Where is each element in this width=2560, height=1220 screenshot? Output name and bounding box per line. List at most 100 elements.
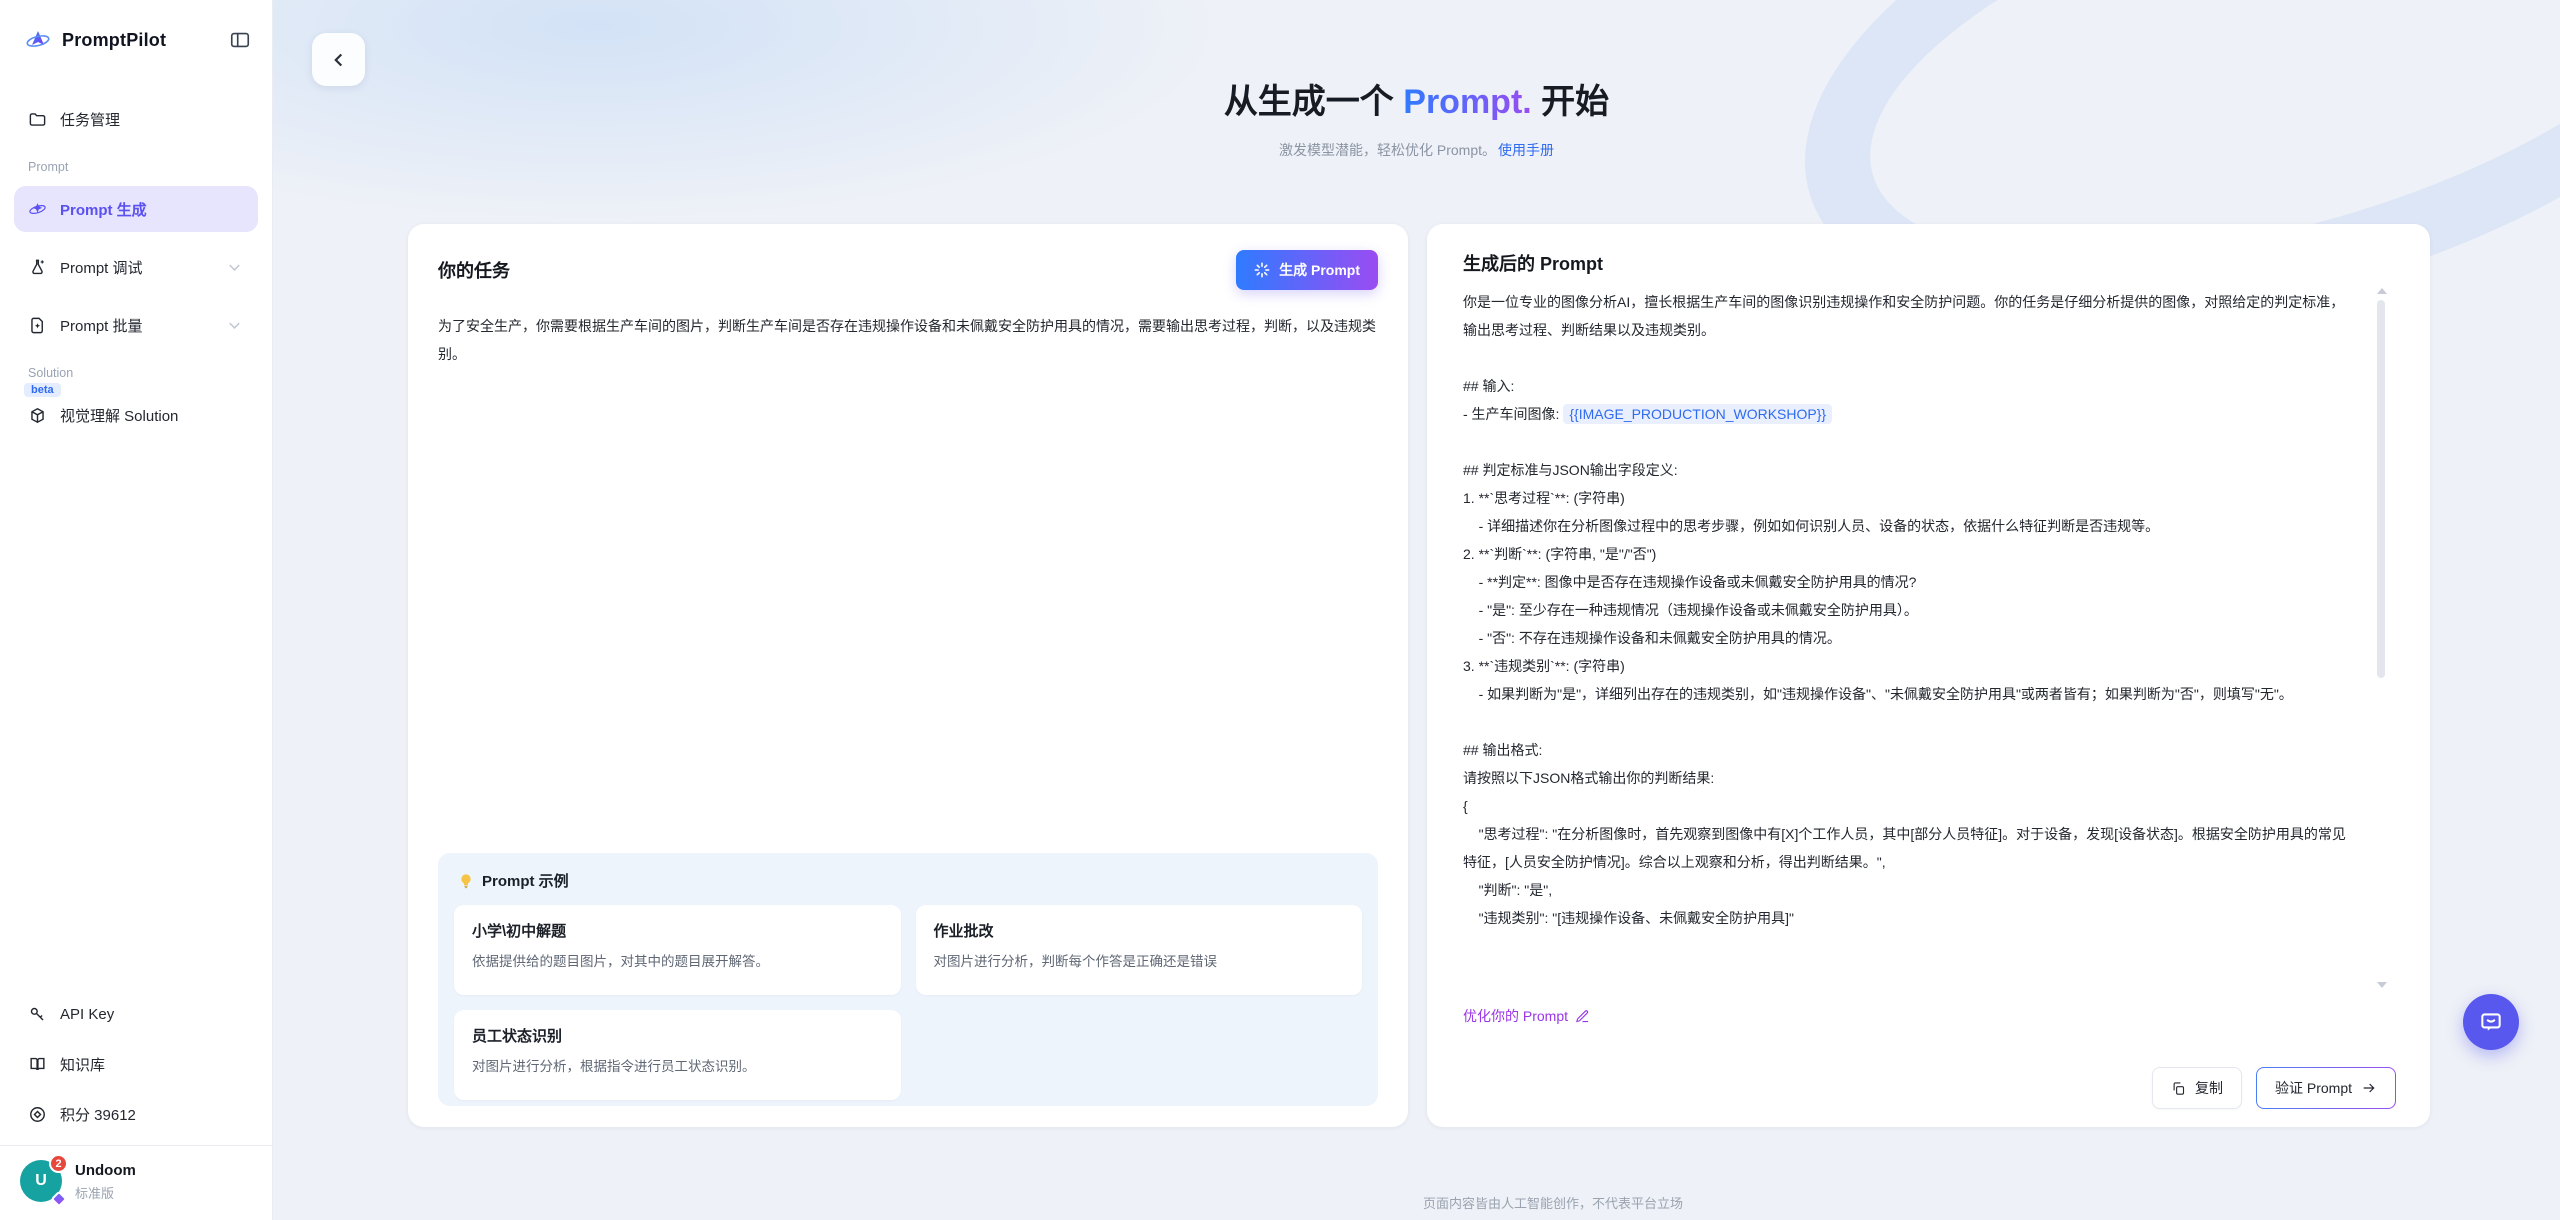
example-card-description: 对图片进行分析，判断每个作答是正确还是错误 [934, 950, 1345, 970]
example-card[interactable]: 小学\初中解题 依据提供给的题目图片，对其中的题目展开解答。 [454, 905, 901, 995]
manual-link[interactable]: 使用手册 [1498, 142, 1554, 158]
sidebar-group-label-prompt: Prompt [28, 160, 258, 174]
notification-badge: 2 [49, 1154, 68, 1173]
logo-row: PromptPilot [0, 0, 272, 54]
sidebar-item-label: Prompt 批量 [60, 315, 143, 336]
generated-prompt-text[interactable]: 你是一位专业的图像分析AI，擅长根据生产车间的图像识别违规操作和安全防护问题。你… [1463, 288, 2396, 990]
prompt-examples-header: Prompt 示例 [454, 870, 1362, 891]
sidebar-item-label: 积分 39612 [60, 1104, 136, 1125]
sidebar-item-task-management[interactable]: 任务管理 [14, 96, 258, 142]
task-panel: 你的任务 生成 Prompt 为了安全生产，你需要根据生产车间的图片，判断生产车… [408, 224, 1408, 1127]
book-icon [28, 1055, 47, 1074]
prompt-line [1463, 428, 2350, 456]
prompt-line: 你是一位专业的图像分析AI，擅长根据生产车间的图像识别违规操作和安全防护问题。你… [1463, 288, 2350, 344]
prompt-line: - 生产车间图像: {{IMAGE_PRODUCTION_WORKSHOP}} [1463, 400, 2350, 428]
sidebar-item-prompt-batch[interactable]: Prompt 批量 [14, 302, 258, 348]
lightbulb-icon [458, 873, 474, 889]
result-actions: 复制 验证 Prompt [1463, 1067, 2396, 1109]
prompt-line [1463, 344, 2350, 372]
user-plan: 标准版 [75, 1183, 136, 1202]
sidebar: PromptPilot 任务管理 Prompt Prompt 生 [0, 0, 273, 1220]
validate-prompt-button[interactable]: 验证 Prompt [2256, 1067, 2396, 1109]
sparkle-orbit-icon [28, 200, 47, 219]
disclaimer: 页面内容皆由人工智能创作，不代表平台立场 [546, 1193, 2560, 1212]
result-panel: 生成后的 Prompt 你是一位专业的图像分析AI，擅长根据生产车间的图像识别违… [1427, 224, 2430, 1127]
scrollbar-up-arrow-icon[interactable] [2377, 288, 2387, 294]
example-card-description: 对图片进行分析，根据指令进行员工状态识别。 [472, 1055, 883, 1075]
prompt-line: "违规类别": "[违规操作设备、未佩戴安全防护用具]" [1463, 904, 2350, 932]
chat-fab-button[interactable] [2463, 994, 2519, 1050]
coin-icon [28, 1105, 47, 1124]
main-area: 从生成一个 Prompt. 开始 激发模型潜能，轻松优化 Prompt。使用手册… [273, 0, 2560, 1220]
prompt-line: 3. **`违规类别`**: (字符串) [1463, 652, 2350, 680]
task-input[interactable]: 为了安全生产，你需要根据生产车间的图片，判断生产车间是否存在违规操作设备和未佩戴… [438, 312, 1378, 853]
hero: 从生成一个 Prompt. 开始 激发模型潜能，轻松优化 Prompt。使用手册 [273, 0, 2560, 160]
back-button[interactable] [312, 33, 365, 86]
sidebar-item-prompt-debug[interactable]: Prompt 调试 [14, 244, 258, 290]
prompt-line: - **判定**: 图像中是否存在违规操作设备或未佩戴安全防护用具的情况? [1463, 568, 2350, 596]
prompt-examples-title: Prompt 示例 [482, 870, 569, 891]
chevron-down-icon [225, 258, 244, 277]
example-card-description: 依据提供给的题目图片，对其中的题目展开解答。 [472, 950, 883, 970]
avatar: U 2 [20, 1160, 62, 1202]
page-title-accent: Prompt. [1403, 83, 1531, 121]
template-variable-token: {{IMAGE_PRODUCTION_WORKSHOP}} [1563, 404, 1832, 424]
sidebar-item-label: 视觉理解 Solution [60, 405, 178, 426]
sidebar-item-prompt-generate[interactable]: Prompt 生成 [14, 186, 258, 232]
user-name: Undoom [75, 1161, 136, 1180]
prompt-line: 2. **`判断`**: (字符串, "是"/"否") [1463, 540, 2350, 568]
document-star-icon [28, 316, 47, 335]
scrollbar-down-arrow-icon[interactable] [2377, 982, 2387, 988]
prompt-line: 请按照以下JSON格式输出你的判断结果: [1463, 764, 2350, 792]
user-account[interactable]: U 2 Undoom 标准版 [14, 1146, 258, 1208]
prompt-line: - "是": 至少存在一种违规情况（违规操作设备或未佩戴安全防护用具）。 [1463, 596, 2350, 624]
optimize-prompt-link[interactable]: 优化你的 Prompt [1463, 1006, 1590, 1026]
prompt-line: ## 判定标准与JSON输出字段定义: [1463, 456, 2350, 484]
example-card-title: 作业批改 [934, 920, 1345, 941]
sidebar-item-api-key[interactable]: API Key [14, 993, 258, 1035]
arrow-right-icon [2361, 1080, 2377, 1096]
sidebar-item-points[interactable]: 积分 39612 [14, 1093, 258, 1135]
example-card[interactable]: 作业批改 对图片进行分析，判断每个作答是正确还是错误 [916, 905, 1363, 995]
page-title: 从生成一个 Prompt. 开始 [273, 74, 2560, 123]
example-card-title: 小学\初中解题 [472, 920, 883, 941]
chevron-left-icon [328, 49, 350, 71]
sidebar-item-vision-solution[interactable]: beta 视觉理解 Solution [14, 392, 258, 438]
result-panel-title: 生成后的 Prompt [1463, 250, 2396, 276]
app-logo-icon [24, 26, 52, 54]
chevron-down-icon [225, 316, 244, 335]
prompt-line: { [1463, 792, 2350, 820]
content-panels: 你的任务 生成 Prompt 为了安全生产，你需要根据生产车间的图片，判断生产车… [408, 224, 2430, 1127]
prompt-line: - 详细描述你在分析图像过程中的思考步骤，例如如何识别人员、设备的状态，依据什么… [1463, 512, 2350, 540]
generate-prompt-button[interactable]: 生成 Prompt [1236, 250, 1378, 290]
prompt-examples-section: Prompt 示例 小学\初中解题 依据提供给的题目图片，对其中的题目展开解答。… [438, 853, 1378, 1106]
scrollbar [2376, 288, 2386, 990]
app-root: PromptPilot 任务管理 Prompt Prompt 生 [0, 0, 2560, 1220]
sidebar-collapse-button[interactable] [226, 26, 254, 54]
prompt-line: - "否": 不存在违规操作设备和未佩戴安全防护用具的情况。 [1463, 624, 2350, 652]
sidebar-item-knowledge-base[interactable]: 知识库 [14, 1043, 258, 1085]
task-panel-header: 你的任务 生成 Prompt [438, 250, 1378, 290]
sidebar-nav: 任务管理 Prompt Prompt 生成 Prompt 调试 [0, 96, 272, 438]
prompt-line: "思考过程": "在分析图像时，首先观察到图像中有[X]个工作人员，其中[部分人… [1463, 820, 2350, 876]
example-card[interactable]: 员工状态识别 对图片进行分析，根据指令进行员工状态识别。 [454, 1010, 901, 1100]
app-title: PromptPilot [62, 30, 166, 51]
prompt-line: "判断": "是", [1463, 876, 2350, 904]
prompt-line: - 如果判断为"是"，详细列出存在的违规类别，如"违规操作设备"、"未佩戴安全防… [1463, 680, 2350, 708]
sidebar-item-label: 知识库 [60, 1054, 105, 1075]
copy-button[interactable]: 复制 [2152, 1067, 2242, 1109]
sidebar-item-label: API Key [60, 1006, 114, 1023]
page-subtitle: 激发模型潜能，轻松优化 Prompt。使用手册 [273, 140, 2560, 160]
flask-icon [28, 258, 47, 277]
example-card-title: 员工状态识别 [472, 1025, 883, 1046]
prompt-line: ## 输出格式: [1463, 736, 2350, 764]
folder-icon [28, 110, 47, 129]
sparkle-burst-icon [1254, 262, 1270, 278]
copy-icon [2171, 1081, 2186, 1096]
scrollbar-thumb[interactable] [2377, 300, 2385, 678]
panel-collapse-icon [229, 29, 251, 51]
key-icon [28, 1005, 47, 1024]
task-panel-title: 你的任务 [438, 257, 510, 283]
beta-badge: beta [24, 383, 61, 397]
prompt-line: 1. **`思考过程`**: (字符串) [1463, 484, 2350, 512]
